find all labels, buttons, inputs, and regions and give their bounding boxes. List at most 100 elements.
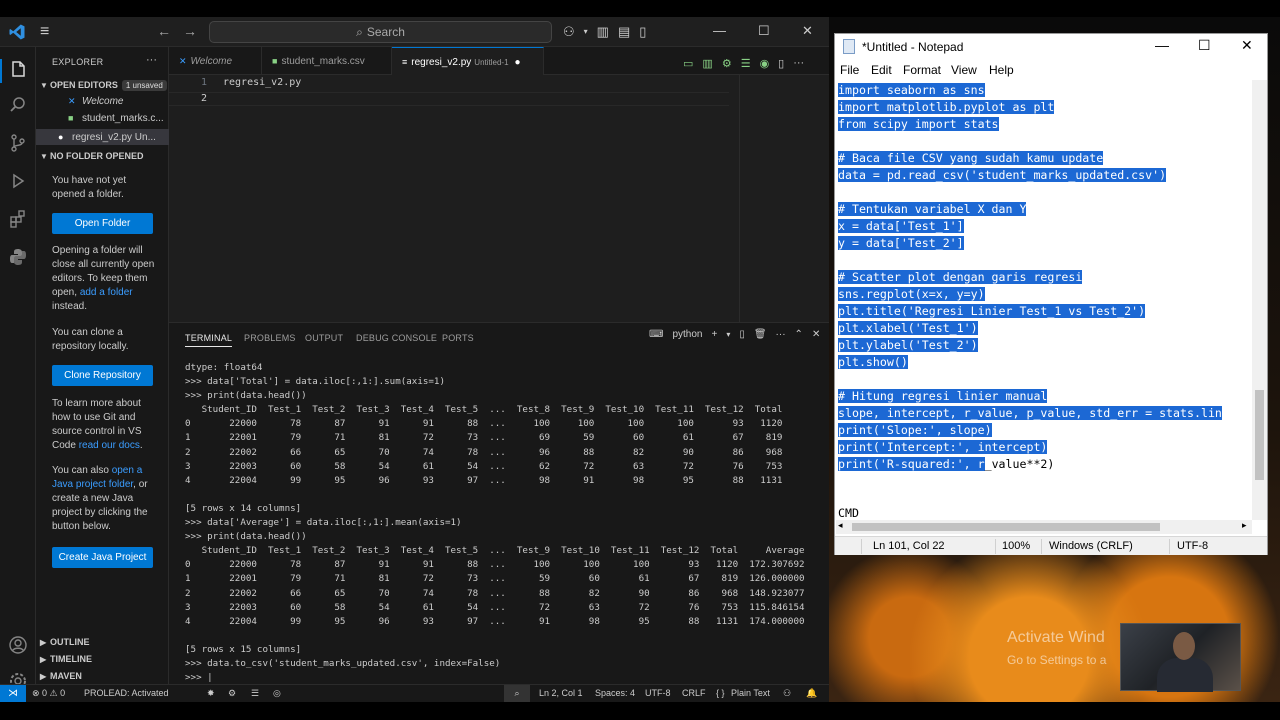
run-debug-icon[interactable] [8, 171, 28, 191]
tab-ports[interactable]: PORTS [442, 333, 474, 343]
more-actions-icon[interactable]: ··· [146, 54, 157, 66]
chart-icon[interactable]: ▥ [702, 57, 712, 70]
command-center-search[interactable]: ⌕ Search [209, 21, 552, 43]
close-panel-icon[interactable]: ✕ [812, 329, 820, 340]
selected-text: print('Intercept:', intercept) [838, 440, 1048, 454]
open-editor-welcome[interactable]: ✕ Welcome [68, 96, 124, 107]
minimize-icon[interactable]: — [713, 23, 726, 38]
menu-help[interactable]: Help [989, 63, 1014, 77]
nav-forward-icon[interactable]: → [183, 23, 197, 39]
toggle-secondary-sidebar-icon[interactable]: ▯ [639, 24, 646, 40]
open-folder-button[interactable]: Open Folder [52, 213, 153, 234]
nav-back-icon[interactable]: ← [157, 23, 171, 39]
tab-regresi[interactable]: ≡ regresi_v2.py Untitled-1 ● [392, 47, 544, 75]
maximize-icon[interactable]: ☐ [758, 23, 770, 39]
no-folder-message: You have not yet opened a folder. [52, 175, 127, 200]
prolead-status[interactable]: PROLEAD: Activated [84, 688, 169, 698]
notepad-code-line: print('Intercept:', intercept) [838, 439, 1048, 455]
terminal-line: 4 22004 99 95 96 93 97 ... 91 98 95 88 1… [185, 615, 805, 627]
tab-problems[interactable]: PROBLEMS [244, 333, 296, 343]
open-editor-student-marks[interactable]: ■ student_marks.c... [68, 113, 164, 124]
account-icon[interactable] [8, 635, 28, 655]
split-editor-icon[interactable]: ▯ [778, 57, 784, 70]
close-icon[interactable]: ✕ [802, 23, 813, 39]
zoom-search-icon[interactable]: ⌕ [504, 685, 530, 702]
vscode-logo-icon [9, 24, 25, 40]
open-editors-header[interactable]: ▼ OPEN EDITORS 1 unsaved [40, 80, 167, 91]
tab-debug-console[interactable]: DEBUG CONSOLE [356, 333, 437, 343]
open-editor-regresi[interactable]: ● regresi_v2.py Un... [36, 129, 169, 145]
terminal-line: [5 rows x 14 columns] [185, 502, 302, 514]
close-icon[interactable]: ✕ [1241, 37, 1253, 54]
clone-repository-button[interactable]: Clone Repository [52, 365, 153, 386]
selected-text: plt.ylabel('Test_2') [838, 338, 978, 352]
notepad-cmd-text: CMD [838, 506, 859, 520]
notifications-icon[interactable]: 🔔 [806, 688, 817, 699]
menu-view[interactable]: View [951, 63, 977, 77]
line-ending[interactable]: CRLF [682, 688, 706, 698]
create-java-project-button[interactable]: Create Java Project [52, 547, 153, 568]
tab-welcome[interactable]: ✕ Welcome [169, 47, 262, 75]
language-mode[interactable]: Plain Text [731, 688, 770, 698]
horizontal-scroll-thumb[interactable] [852, 523, 1160, 531]
search-view-icon[interactable] [8, 95, 28, 115]
vertical-scrollbar[interactable] [1252, 80, 1267, 520]
python-icon[interactable] [8, 247, 28, 267]
outline-section[interactable]: ▶ OUTLINE [40, 637, 90, 647]
explorer-icon[interactable] [8, 59, 28, 79]
problems-count[interactable]: ⊗ 0 ⚠ 0 [32, 688, 65, 699]
chevron-down-icon[interactable]: ▾ [726, 330, 730, 339]
open-preview-icon[interactable]: ▭ [683, 57, 693, 70]
toggle-panel-icon[interactable]: ▤ [618, 24, 630, 40]
vertical-scroll-thumb[interactable] [1255, 390, 1264, 480]
maven-section[interactable]: ▶ MAVEN [40, 671, 82, 681]
horizontal-scrollbar[interactable]: ◂ ▸ [836, 520, 1252, 534]
run-icon[interactable]: ◉ [760, 57, 770, 70]
list-icon[interactable]: ☰ [251, 688, 259, 699]
settings-icon[interactable]: ⚙ [722, 57, 732, 70]
scroll-left-icon[interactable]: ◂ [838, 520, 843, 531]
encoding[interactable]: UTF-8 [645, 688, 671, 698]
more-actions-icon[interactable]: ··· [793, 57, 804, 70]
unsaved-badge: 1 unsaved [121, 80, 167, 91]
csv-file-icon: ■ [68, 113, 74, 123]
cursor-position[interactable]: Ln 2, Col 1 [539, 688, 583, 698]
target-icon[interactable]: ◎ [273, 688, 281, 699]
menu-file[interactable]: File [840, 63, 859, 77]
new-terminal-icon[interactable]: + [711, 329, 717, 340]
read-docs-link[interactable]: read our docs [79, 440, 140, 451]
copilot-icon[interactable]: ⚇ [563, 24, 575, 40]
notepad-text-area[interactable]: CMD import seaborn as sns import matplotl… [836, 80, 1252, 520]
add-folder-link[interactable]: add a folder [80, 287, 133, 298]
code-editor[interactable]: 1 regresi_v2.py 2 [169, 75, 829, 338]
source-control-icon[interactable] [8, 133, 28, 153]
toggle-sidebar-icon[interactable]: ▥ [597, 24, 609, 40]
menu-edit[interactable]: Edit [871, 63, 892, 77]
list-icon[interactable]: ☰ [741, 57, 751, 70]
maximize-panel-icon[interactable]: ⌃ [795, 329, 803, 340]
terminal-output[interactable]: dtype: float64 >>> data['Total'] = data.i… [185, 361, 825, 683]
chevron-down-icon[interactable]: ▾ [584, 27, 588, 40]
scroll-right-icon[interactable]: ▸ [1242, 520, 1247, 531]
tab-output[interactable]: OUTPUT [305, 333, 343, 343]
ai-icon[interactable]: ✸ [207, 688, 215, 699]
split-terminal-icon[interactable]: ▯ [739, 329, 745, 340]
git-message: To learn more about how to use Git and s… [52, 398, 143, 451]
copilot-status-icon[interactable]: ⚇ [783, 688, 791, 699]
more-actions-icon[interactable]: ··· [776, 329, 786, 340]
tab-student-marks[interactable]: ■ student_marks.csv [262, 47, 392, 75]
no-folder-header[interactable]: ▼ NO FOLDER OPENED [40, 151, 144, 161]
menu-format[interactable]: Format [903, 63, 941, 77]
tab-terminal[interactable]: TERMINAL [185, 333, 233, 347]
unsaved-dot-icon[interactable]: ● [515, 49, 521, 77]
maximize-icon[interactable]: ☐ [1198, 37, 1211, 54]
timeline-section[interactable]: ▶ TIMELINE [40, 654, 92, 664]
minimize-icon[interactable]: — [1155, 37, 1169, 53]
hamburger-menu-icon[interactable]: ≡ [40, 24, 58, 40]
terminal-shell-name[interactable]: python [672, 329, 702, 340]
indentation[interactable]: Spaces: 4 [595, 688, 635, 698]
extensions-icon[interactable] [8, 209, 28, 229]
gear-icon[interactable]: ⚙ [228, 688, 236, 699]
remote-icon[interactable]: ⋊ [0, 685, 26, 702]
trash-icon[interactable]: 🗑 [754, 329, 767, 340]
